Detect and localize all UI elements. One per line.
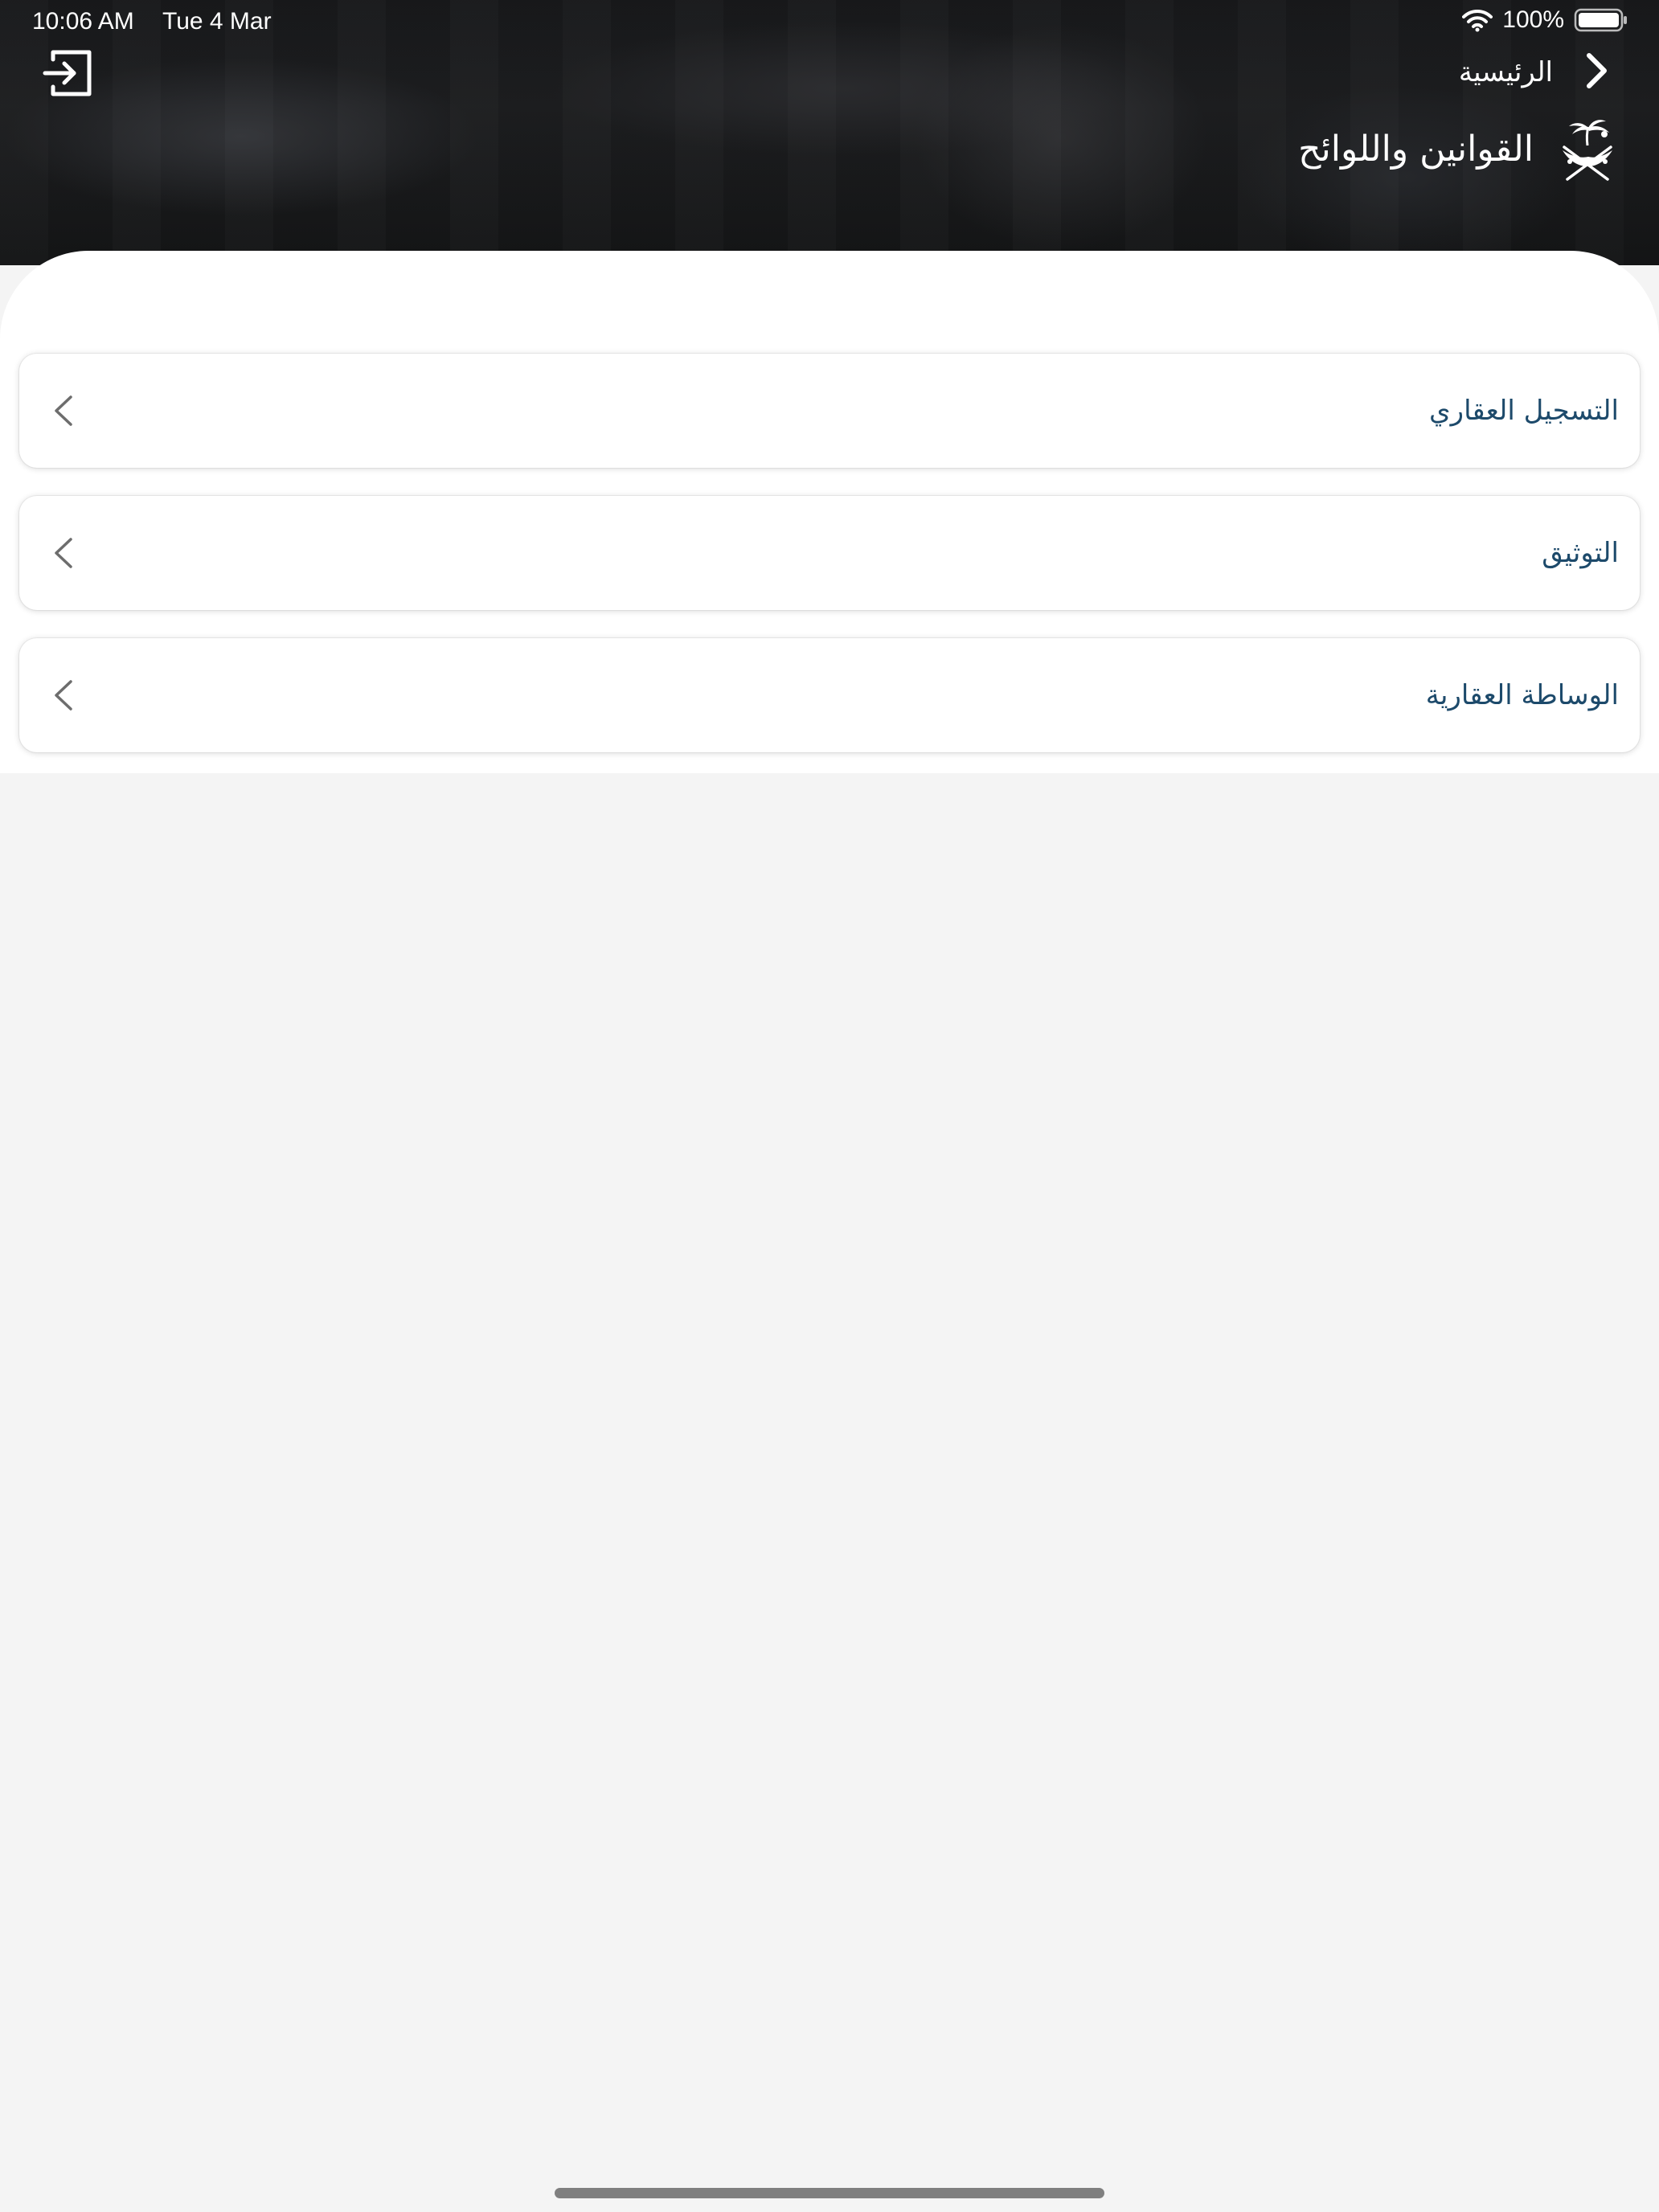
battery-percent: 100%: [1502, 6, 1564, 33]
page-title-row: القوانين واللوائح: [1298, 113, 1619, 185]
status-indicators: 100%: [1462, 6, 1628, 34]
emblem-icon: [1555, 115, 1619, 182]
status-time: 10:06 AM: [32, 8, 134, 35]
back-to-home-link[interactable]: الرئيسية: [1459, 50, 1611, 95]
home-indicator[interactable]: [555, 2188, 1104, 2198]
regulations-list: التسجيل العقاري التوثيق الوساطة العقارية: [19, 354, 1640, 780]
page-title: القوانين واللوائح: [1298, 128, 1534, 170]
status-bar: 10:06 AM Tue 4 Mar 100%: [0, 0, 1659, 45]
list-item-documentation[interactable]: التوثيق: [19, 496, 1640, 610]
list-item-real-estate-brokerage[interactable]: الوساطة العقارية: [19, 638, 1640, 752]
chevron-left-icon: [48, 394, 80, 428]
logout-button[interactable]: [42, 47, 95, 100]
status-date: Tue 4 Mar: [162, 8, 272, 35]
chevron-left-icon: [48, 536, 80, 570]
battery-icon: [1574, 7, 1628, 33]
list-item-label: الوساطة العقارية: [1425, 679, 1619, 711]
list-item-label: التسجيل العقاري: [1429, 395, 1619, 427]
list-item-real-estate-registration[interactable]: التسجيل العقاري: [19, 354, 1640, 468]
logout-icon: [42, 50, 95, 103]
wifi-icon: [1462, 8, 1493, 32]
list-item-label: التوثيق: [1542, 537, 1619, 569]
chevron-right-icon: [1583, 51, 1611, 93]
chevron-left-icon: [48, 678, 80, 712]
back-label: الرئيسية: [1458, 56, 1553, 88]
